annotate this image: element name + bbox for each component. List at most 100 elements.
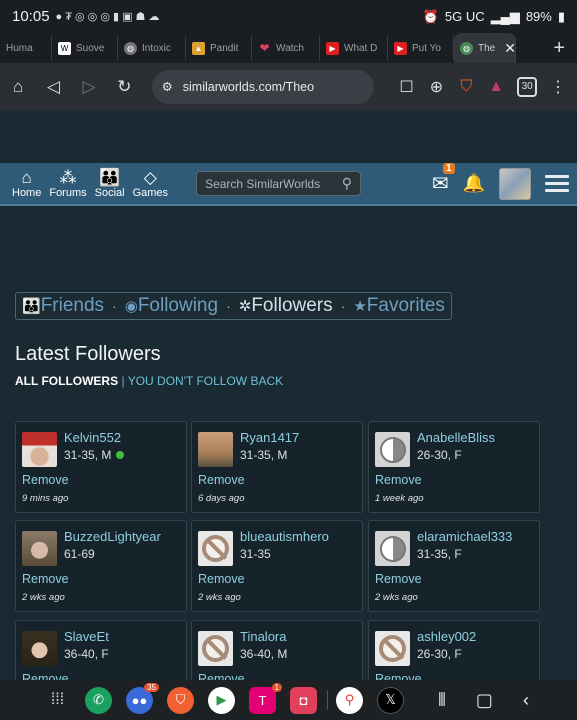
- tab-label: The: [478, 42, 496, 54]
- tab-2[interactable]: ◍ Intoxic: [118, 36, 186, 60]
- site-settings-icon[interactable]: ⚙: [162, 79, 173, 94]
- nav-home[interactable]: ⌂ Home: [12, 167, 42, 199]
- system-indicators: ⏰ 5G UC ▂▄▆ 89% ▮: [423, 9, 565, 25]
- tab-4[interactable]: ❤ Watch: [252, 36, 320, 60]
- follower-username[interactable]: SlaveEt: [64, 629, 109, 644]
- remove-follower-link[interactable]: Remove: [198, 473, 245, 487]
- tab-6[interactable]: ▶ Put Yo: [388, 36, 454, 60]
- follower-username[interactable]: ashley002: [417, 629, 476, 644]
- age-text: 26-30, F: [417, 448, 462, 462]
- maps-app-icon[interactable]: ⚲: [336, 686, 363, 714]
- diamond-icon: ◇: [143, 167, 157, 187]
- follower-username[interactable]: elaramichael333: [417, 529, 512, 544]
- brave-shield-icon[interactable]: ⛉: [457, 75, 475, 99]
- x-app-icon[interactable]: 𝕏: [377, 686, 404, 714]
- age-text: 26-30, F: [417, 647, 462, 661]
- follower-username[interactable]: BuzzedLightyear: [64, 529, 161, 544]
- follower-card: Kelvin552 31-35, M Remove 9 mins ago: [15, 421, 187, 513]
- home-button-icon[interactable]: ▢: [476, 690, 493, 711]
- tmobile-app-icon[interactable]: T1: [249, 682, 282, 714]
- follower-username[interactable]: Ryan1417: [240, 430, 299, 445]
- brave-app-icon[interactable]: ⛉: [167, 686, 194, 714]
- dock-divider: [327, 690, 328, 710]
- filter-favorites[interactable]: ★Favorites: [353, 295, 445, 317]
- phone-app-icon[interactable]: ✆: [85, 686, 112, 714]
- separator-dot: ·: [112, 298, 117, 314]
- forward-icon[interactable]: ▷: [81, 76, 97, 98]
- follower-subnav: ALL FOLLOWERS | YOU DON'T FOLLOW BACK: [15, 374, 283, 388]
- w-favicon-icon: W: [58, 41, 71, 55]
- tab-label: What D: [344, 42, 378, 54]
- nav-social[interactable]: 👪 Social: [94, 168, 125, 199]
- new-tab-icon[interactable]: +: [553, 37, 565, 60]
- bell-icon[interactable]: 🔔: [463, 173, 485, 194]
- tmobile-badge: 1: [271, 682, 282, 692]
- back-button-icon[interactable]: ‹: [523, 690, 529, 711]
- app-drawer-icon[interactable]: ⁞⁞⁞: [44, 687, 71, 714]
- filter-following[interactable]: ◉Following: [125, 295, 218, 317]
- remove-follower-link[interactable]: Remove: [375, 572, 422, 586]
- tab-label: Suove: [76, 42, 105, 54]
- address-bar[interactable]: ⚙ similarworlds.com/Theo: [151, 69, 374, 104]
- nav-home-label: Home: [12, 186, 42, 199]
- age-text: 61-69: [64, 547, 95, 561]
- close-tab-icon[interactable]: ✕: [504, 40, 515, 57]
- home-icon[interactable]: ⌂: [10, 76, 26, 98]
- more-options-icon[interactable]: ⋮: [549, 75, 567, 99]
- youtube-favicon-icon: ▶: [394, 41, 407, 55]
- remove-follower-link[interactable]: Remove: [375, 473, 422, 487]
- house-icon: ⌂: [21, 167, 32, 187]
- tab-active[interactable]: ◍ The ✕: [454, 33, 516, 63]
- search-icon[interactable]: ⚲: [342, 175, 352, 192]
- play-store-icon[interactable]: ▶: [208, 686, 235, 714]
- follower-avatar[interactable]: [22, 631, 57, 666]
- mail-icon[interactable]: ✉ 1: [432, 163, 455, 196]
- follower-avatar[interactable]: [198, 531, 233, 566]
- follow-time: 2 wks ago: [198, 592, 241, 603]
- follower-username[interactable]: AnabelleBliss: [417, 430, 495, 445]
- follower-avatar[interactable]: [198, 631, 233, 666]
- messages-app-icon[interactable]: ●● 35: [126, 682, 159, 714]
- follower-card: blueautismhero 31-35 Remove 2 wks ago: [191, 520, 363, 612]
- follower-username[interactable]: Kelvin552: [64, 430, 121, 445]
- filter-followers[interactable]: ✲Followers: [239, 295, 333, 317]
- recents-icon[interactable]: ⦀: [438, 690, 446, 711]
- tab-label: Intoxic: [142, 42, 171, 54]
- camera-app-icon[interactable]: ◘: [290, 686, 317, 714]
- hamburger-menu-icon[interactable]: [545, 175, 569, 192]
- remove-follower-link[interactable]: Remove: [22, 572, 69, 586]
- nav-games[interactable]: ◇ Games: [133, 167, 168, 199]
- site-search-input[interactable]: Search SimilarWorlds ⚲: [196, 171, 362, 196]
- follower-username[interactable]: Tinalora: [240, 629, 286, 644]
- tab-0[interactable]: Huma: [0, 36, 52, 60]
- follower-avatar[interactable]: [198, 432, 233, 467]
- brave-rewards-icon[interactable]: ▲: [487, 75, 505, 99]
- follower-card: BuzzedLightyear 61-69 Remove 2 wks ago: [15, 520, 187, 612]
- follower-username[interactable]: blueautismhero: [240, 529, 329, 544]
- tab-3[interactable]: ▲ Pandit: [186, 36, 252, 60]
- user-avatar[interactable]: [499, 167, 531, 200]
- reload-icon[interactable]: ↻: [116, 76, 132, 98]
- tab-switcher-button[interactable]: 30: [517, 75, 538, 99]
- follower-avatar[interactable]: [22, 531, 57, 566]
- nav-social-label: Social: [94, 186, 125, 199]
- follower-card: AnabelleBliss 26-30, F Remove 1 week ago: [368, 421, 540, 513]
- tab-5[interactable]: ▶ What D: [320, 36, 388, 60]
- remove-follower-link[interactable]: Remove: [22, 473, 69, 487]
- tab-1[interactable]: W Suove: [52, 36, 118, 60]
- subnav-separator: |: [121, 374, 125, 388]
- filter-friends[interactable]: 👪Friends: [22, 295, 104, 317]
- follow-time: 1 week ago: [375, 493, 424, 504]
- nav-forums[interactable]: ⁂ Forums: [49, 168, 86, 199]
- download-icon[interactable]: ⊕: [427, 75, 445, 99]
- not-followed-back-link[interactable]: YOU DON'T FOLLOW BACK: [128, 374, 283, 388]
- mail-badge: 1: [443, 163, 455, 174]
- follower-avatar[interactable]: [375, 531, 410, 566]
- back-icon[interactable]: ◁: [45, 76, 61, 98]
- remove-follower-link[interactable]: Remove: [198, 572, 245, 586]
- follower-avatar[interactable]: [22, 432, 57, 467]
- follower-avatar[interactable]: [375, 432, 410, 467]
- all-followers-link[interactable]: ALL FOLLOWERS: [15, 374, 118, 388]
- follower-avatar[interactable]: [375, 631, 410, 666]
- bookmark-icon[interactable]: ☐: [398, 75, 416, 99]
